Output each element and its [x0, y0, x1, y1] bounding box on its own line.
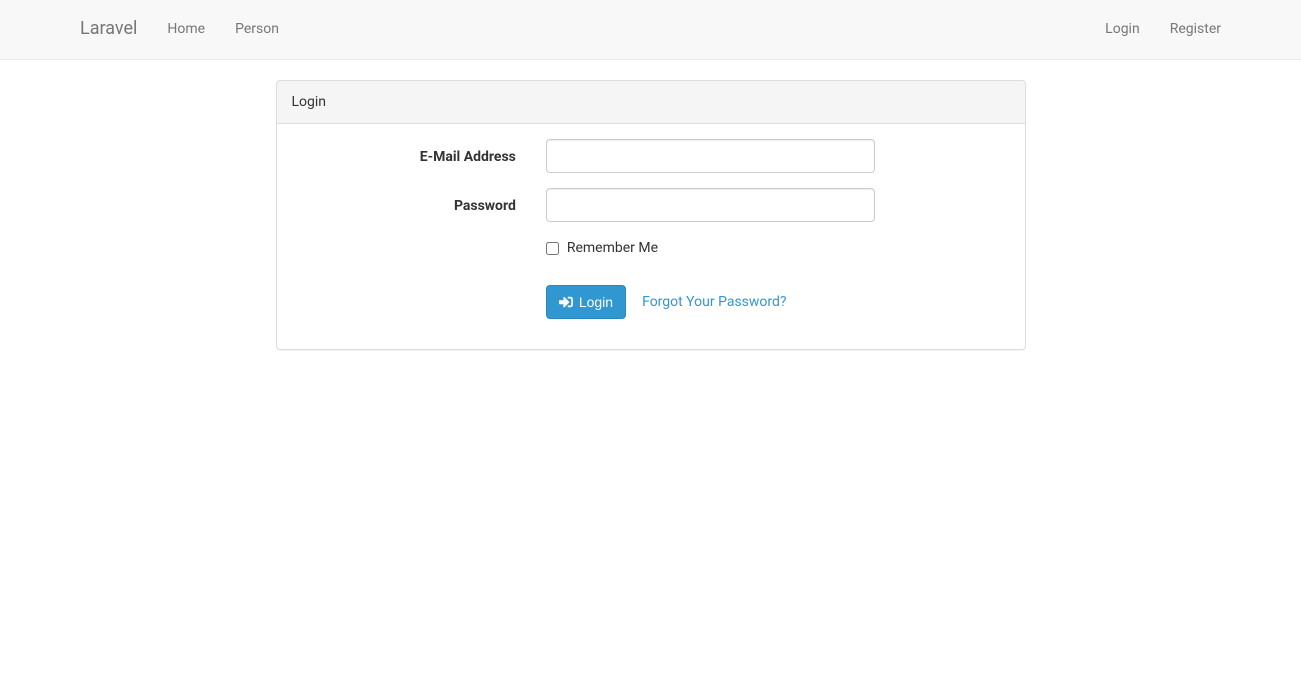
- remember-text: Remember Me: [567, 237, 658, 259]
- password-input[interactable]: [546, 188, 875, 222]
- nav-link-person[interactable]: Person: [220, 3, 294, 55]
- login-form: E-Mail Address Password: [292, 139, 1010, 319]
- login-button-label: Login: [579, 292, 613, 312]
- navbar-brand-link[interactable]: Laravel: [65, 0, 152, 59]
- forgot-password-link[interactable]: Forgot Your Password?: [630, 285, 798, 319]
- nav-link-register[interactable]: Register: [1155, 3, 1236, 55]
- navbar-left: Laravel Home Person: [15, 0, 294, 59]
- form-group-password: Password: [292, 188, 1010, 222]
- form-group-submit: Login Forgot Your Password?: [292, 285, 1010, 319]
- email-label: E-Mail Address: [292, 139, 531, 168]
- login-button[interactable]: Login: [546, 285, 626, 319]
- navbar: Laravel Home Person Login Register: [0, 0, 1301, 60]
- navbar-right: Login Register: [1090, 3, 1286, 55]
- password-label: Password: [292, 188, 531, 217]
- main-container: Login E-Mail Address Password: [66, 60, 1236, 370]
- sign-in-icon: [559, 295, 573, 309]
- form-group-email: E-Mail Address: [292, 139, 1010, 173]
- email-input[interactable]: [546, 139, 875, 173]
- remember-checkbox-label[interactable]: Remember Me: [546, 237, 875, 259]
- panel-body: E-Mail Address Password: [277, 124, 1025, 349]
- login-panel: Login E-Mail Address Password: [276, 80, 1026, 350]
- panel-heading: Login: [277, 81, 1025, 124]
- nav-link-login[interactable]: Login: [1090, 3, 1155, 55]
- remember-checkbox[interactable]: [546, 242, 559, 255]
- form-group-remember: Remember Me: [292, 237, 1010, 269]
- nav-link-home[interactable]: Home: [152, 3, 220, 55]
